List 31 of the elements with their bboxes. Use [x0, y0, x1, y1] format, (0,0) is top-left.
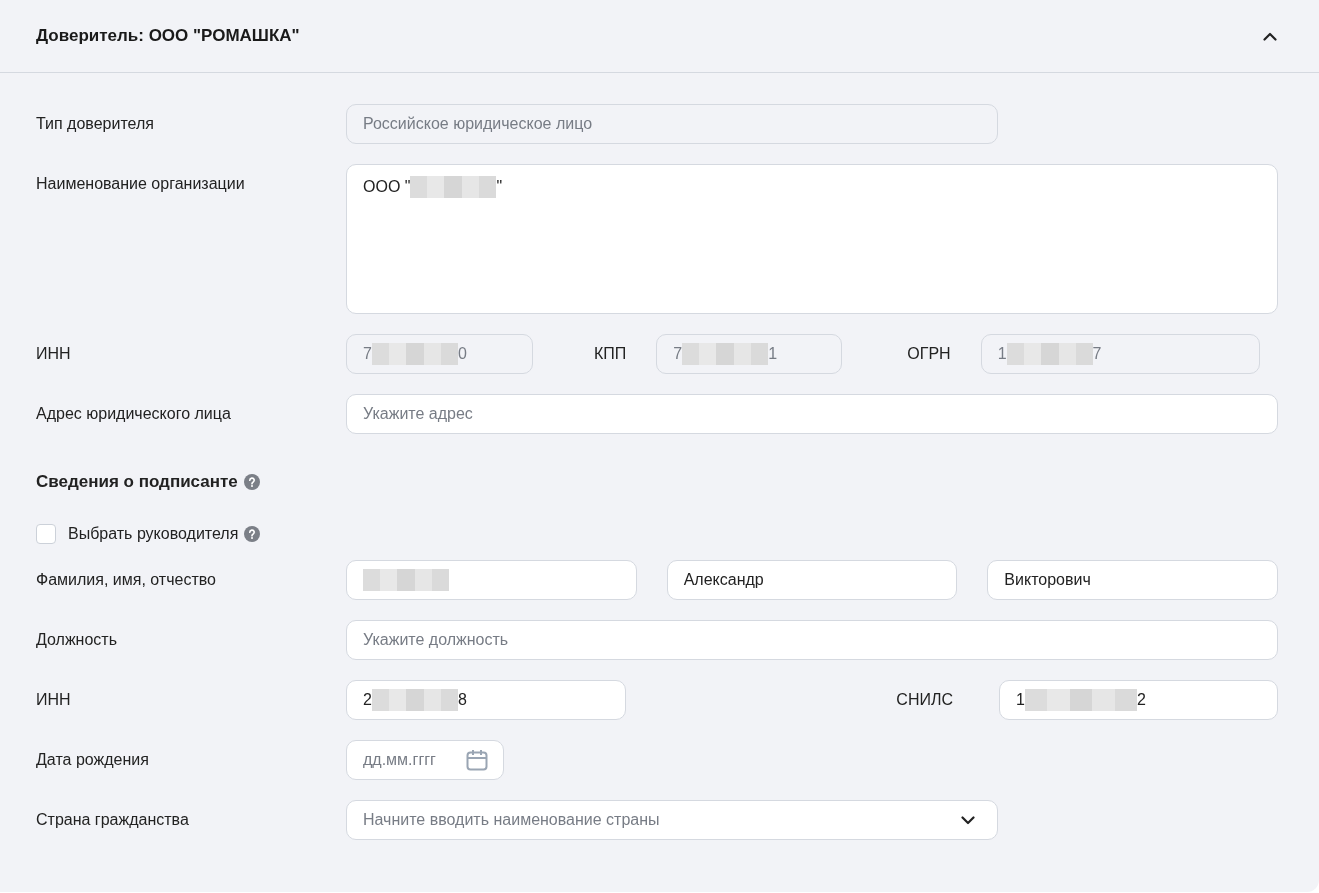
field-label: Дата рождения: [36, 751, 150, 769]
checkbox[interactable]: [36, 524, 56, 544]
help-icon[interactable]: [243, 474, 260, 490]
checkbox-label[interactable]: Выбрать руководителя: [68, 525, 239, 543]
field-label: ИНН: [36, 345, 72, 363]
field-label: Наименование организации: [36, 174, 246, 193]
address-field[interactable]: Укажите адрес: [346, 394, 1278, 434]
input-field[interactable]: Александр: [666, 560, 958, 600]
calendar-icon[interactable]: [465, 748, 489, 772]
textarea-field[interactable]: ООО " ": [346, 164, 1278, 314]
field-label: ИНН: [36, 691, 72, 709]
field-label: ОГРН: [907, 345, 951, 363]
field-label: Страна гражданства: [36, 811, 190, 829]
collapse-chevron-icon[interactable]: [1263, 31, 1277, 41]
help-icon[interactable]: [244, 526, 261, 542]
field-label: КПП: [594, 345, 627, 363]
field-label: Тип доверителя: [36, 115, 155, 133]
field-label: Адрес юридического лица: [36, 405, 232, 423]
country-dropdown[interactable]: Начните вводить наименование страны: [346, 800, 998, 840]
input-field[interactable]: 1 2: [999, 680, 1278, 720]
date-field[interactable]: дд.мм.гггг: [346, 740, 504, 780]
input-field[interactable]: 2 8: [346, 680, 626, 720]
chevron-down-icon: [961, 815, 975, 825]
position-field[interactable]: Укажите должность: [346, 620, 1278, 660]
input-field[interactable]: Викторович: [987, 560, 1278, 600]
subsection-title: Сведения о подписанте: [36, 472, 238, 492]
section-title: Доверитель: ООО "РОМАШКА": [36, 26, 300, 46]
field-label: СНИЛС: [896, 691, 953, 709]
field-label: Фамилия, имя, отчество: [36, 571, 217, 589]
field-label: Должность: [36, 631, 118, 649]
input-field[interactable]: [346, 560, 637, 600]
